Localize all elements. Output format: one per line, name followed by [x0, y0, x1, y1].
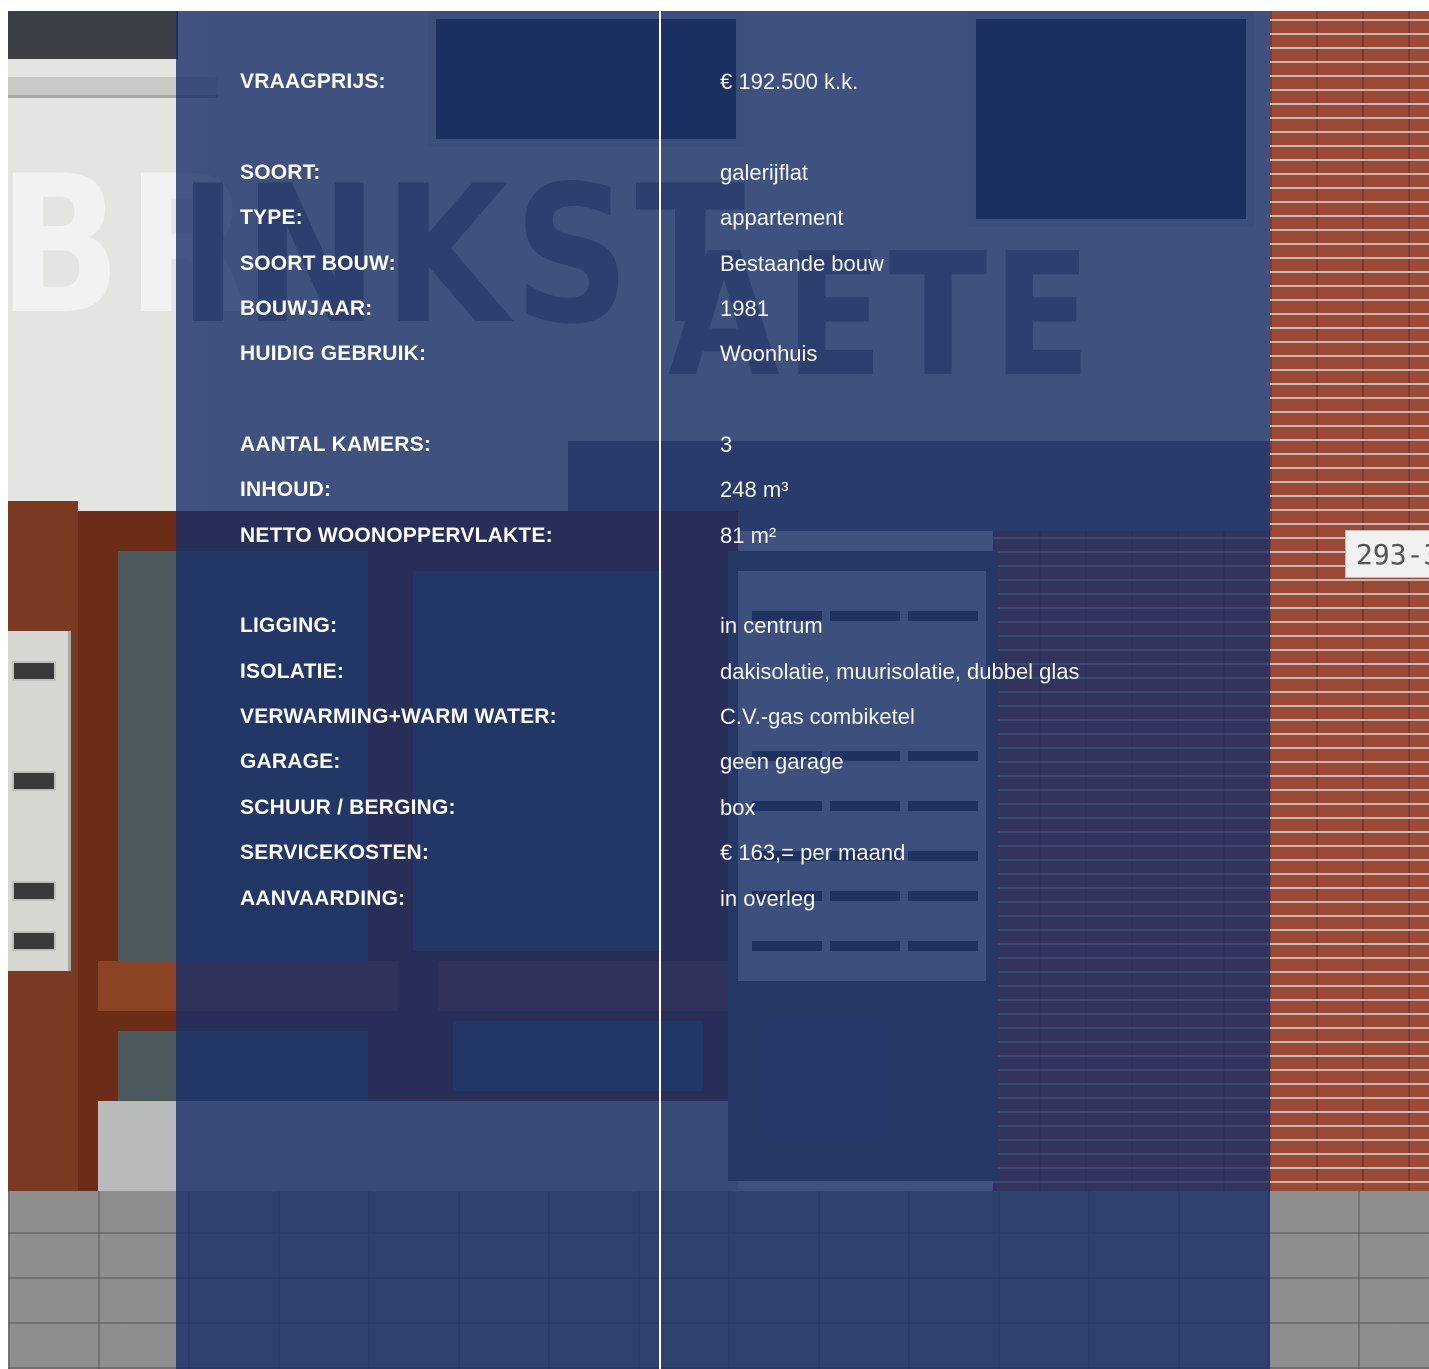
- detail-label: LIGGING:: [240, 614, 338, 637]
- detail-label: SCHUUR / BERGING:: [240, 796, 456, 819]
- detail-value: 81 m²: [720, 523, 777, 548]
- detail-row-huidig-gebruik: HUIDIG GEBRUIK: Woonhuis: [0, 339, 1429, 369]
- detail-row-bouwjaar: BOUWJAAR: 1981: [0, 294, 1429, 324]
- detail-label: SOORT BOUW:: [240, 252, 396, 275]
- detail-value: Bestaande bouw: [720, 251, 884, 276]
- detail-label: AANTAL KAMERS:: [240, 433, 432, 456]
- detail-row-isolatie: ISOLATIE: dakisolatie, muurisolatie, dub…: [0, 657, 1429, 687]
- detail-row-berging: SCHUUR / BERGING: box: [0, 793, 1429, 823]
- detail-value: € 163,= per maand: [720, 840, 906, 865]
- detail-value: box: [720, 795, 756, 820]
- detail-value: 1981: [720, 296, 769, 321]
- detail-label: ISOLATIE:: [240, 660, 345, 683]
- detail-value: Woonhuis: [720, 341, 818, 366]
- detail-row-aantal-kamers: AANTAL KAMERS: 3: [0, 430, 1429, 460]
- detail-value: C.V.-gas combiketel: [720, 704, 915, 729]
- detail-value: 248 m³: [720, 477, 789, 502]
- detail-row-type: TYPE: appartement: [0, 203, 1429, 233]
- detail-label: AANVAARDING:: [240, 887, 406, 910]
- detail-label: VERWARMING+WARM WATER:: [240, 705, 557, 728]
- detail-row-vraagprijs: VRAAGPRIJS: € 192.500 k.k.: [0, 67, 1429, 97]
- detail-label: INHOUD:: [240, 478, 332, 501]
- detail-row-servicekosten: SERVICEKOSTEN: € 163,= per maand: [0, 838, 1429, 868]
- detail-label: SERVICEKOSTEN:: [240, 841, 430, 864]
- detail-value: in centrum: [720, 613, 823, 638]
- detail-row-garage: GARAGE: geen garage: [0, 747, 1429, 777]
- detail-value: in overleg: [720, 886, 816, 911]
- detail-label: GARAGE:: [240, 750, 341, 773]
- detail-row-soort-bouw: SOORT BOUW: Bestaande bouw: [0, 249, 1429, 279]
- detail-value: geen garage: [720, 749, 844, 774]
- detail-value: galerijflat: [720, 160, 809, 185]
- detail-value: appartement: [720, 205, 844, 230]
- detail-row-soort: SOORT: galerijflat: [0, 158, 1429, 188]
- detail-row-ligging: LIGGING: in centrum: [0, 611, 1429, 641]
- detail-label: NETTO WOONOPPERVLAKTE:: [240, 524, 553, 547]
- detail-value: dakisolatie, muurisolatie, dubbel glas: [720, 659, 1080, 684]
- upper-window: [8, 11, 178, 59]
- detail-value: € 192.500 k.k.: [720, 69, 859, 94]
- detail-label: HUIDIG GEBRUIK:: [240, 342, 427, 365]
- detail-value: 3: [720, 432, 733, 457]
- detail-label: TYPE:: [240, 206, 303, 229]
- detail-row-woonoppervlakte: NETTO WOONOPPERVLAKTE: 81 m²: [0, 521, 1429, 551]
- detail-label: BOUWJAAR:: [240, 297, 373, 320]
- detail-label: SOORT:: [240, 161, 321, 184]
- detail-row-aanvaarding: AANVAARDING: in overleg: [0, 884, 1429, 914]
- detail-row-verwarming: VERWARMING+WARM WATER: C.V.-gas combiket…: [0, 702, 1429, 732]
- detail-row-inhoud: INHOUD: 248 m³: [0, 475, 1429, 505]
- detail-label: VRAAGPRIJS:: [240, 70, 386, 93]
